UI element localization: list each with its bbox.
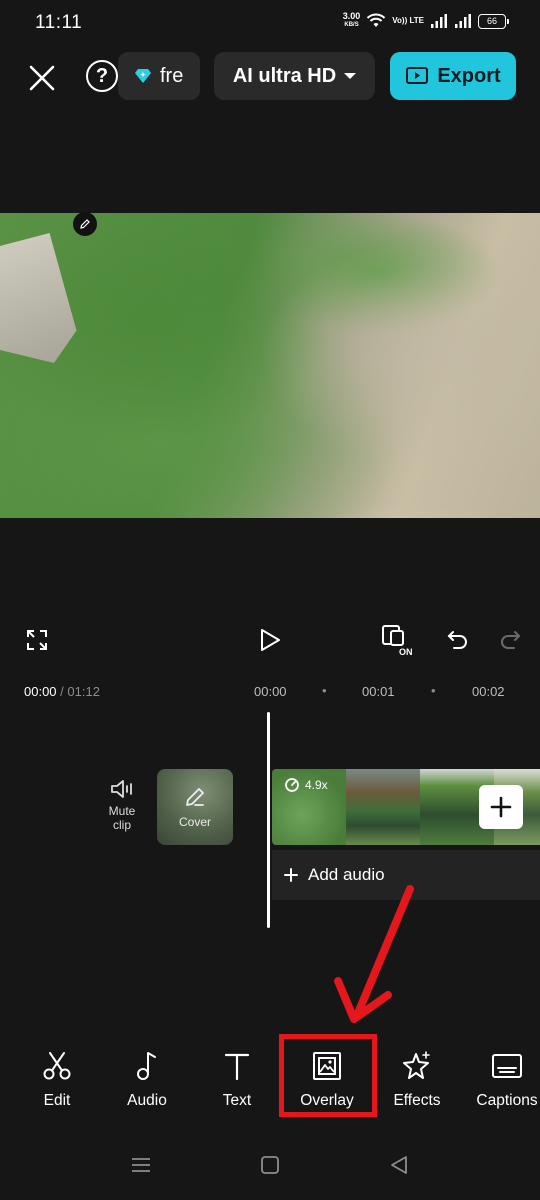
tool-edit[interactable]: Edit (12, 1050, 102, 1110)
status-bar: 11:11 3.00 KB/S Vo)) LTE 66 (0, 0, 540, 46)
tool-audio[interactable]: Audio (102, 1050, 192, 1110)
speaker-icon (111, 780, 132, 798)
nav-menu-button[interactable] (130, 1154, 152, 1181)
tool-label: Audio (127, 1092, 167, 1109)
speed-badge: 4.9x (284, 777, 328, 793)
signal-icon-2 (455, 14, 471, 28)
keyframe-on-icon: ON (382, 625, 413, 657)
plus-icon (284, 868, 298, 882)
overlay-highlight-box (279, 1034, 377, 1117)
network-speed: 3.00 KB/S (342, 11, 361, 29)
cover-label: Cover (178, 815, 211, 829)
status-time: 11:11 (35, 12, 83, 33)
back-triangle-icon (391, 1156, 407, 1174)
cover-button[interactable]: Cover (157, 769, 233, 845)
tool-label: Captions (476, 1092, 538, 1109)
tool-label: Effects (393, 1092, 441, 1109)
current-time: 00:00 / 01:12 (24, 684, 100, 699)
ruler-dot: • (431, 683, 436, 698)
timeline-ruler: 00:00 / 01:12 00:00 • 00:01 • 00:02 (0, 680, 540, 702)
tool-label: Edit (43, 1092, 71, 1109)
mute-clip-label: Mute clip (108, 804, 136, 832)
quality-dropdown[interactable]: AI ultra HD (214, 52, 375, 100)
close-button[interactable] (22, 58, 62, 98)
wifi-icon (367, 13, 386, 27)
add-clip-button[interactable] (479, 785, 523, 829)
export-button[interactable]: Export (390, 52, 516, 100)
bottom-toolbar: Edit Audio Text Overlay Effects Captions (0, 1050, 540, 1120)
fullscreen-button[interactable] (22, 620, 52, 660)
pro-button[interactable]: fre (118, 52, 200, 100)
play-button[interactable] (254, 620, 286, 660)
top-toolbar: ? fre AI ultra HD Export (0, 50, 540, 102)
ruler-dot: • (322, 683, 327, 698)
redo-button[interactable] (496, 620, 524, 660)
chevron-down-icon (344, 73, 357, 79)
speedometer-icon (285, 778, 299, 792)
fullscreen-icon (27, 630, 47, 650)
home-square-icon (261, 1156, 279, 1174)
pro-label: fre (160, 64, 184, 87)
captions-icon (492, 1054, 522, 1078)
close-icon (29, 65, 55, 91)
edit-pencil-icon[interactable] (73, 212, 97, 236)
sparkle-star-icon (403, 1051, 430, 1079)
volte-indicator: Vo)) LTE (392, 16, 424, 25)
tool-effects[interactable]: Effects (372, 1050, 462, 1110)
add-audio-label: Add audio (308, 865, 385, 884)
ruler-tick: 00:01 (362, 684, 395, 699)
ruler-tick: 00:00 (254, 684, 287, 699)
question-mark-icon: ? (95, 64, 109, 87)
export-icon (406, 67, 429, 84)
signal-icon (431, 14, 447, 28)
nav-home-button[interactable] (259, 1154, 281, 1181)
playhead[interactable] (267, 712, 270, 928)
clip-thumbnail (346, 769, 420, 845)
svg-text:ON: ON (399, 647, 413, 657)
pencil-icon (186, 788, 204, 806)
music-note-icon (137, 1052, 156, 1080)
preview-rock (0, 233, 77, 363)
mute-clip-button[interactable]: Mute clip (98, 778, 146, 832)
tool-label: Text (222, 1092, 252, 1109)
status-icons: 3.00 KB/S Vo)) LTE 66 (342, 11, 509, 30)
menu-icon (132, 1158, 150, 1172)
diamond-icon (135, 69, 151, 83)
quality-label: AI ultra HD (232, 64, 337, 87)
undo-button[interactable] (444, 620, 472, 660)
export-label: Export (437, 64, 501, 87)
playback-controls: ON (0, 620, 540, 660)
play-icon (261, 629, 280, 651)
text-icon (224, 1053, 250, 1081)
plus-icon (490, 796, 512, 818)
system-nav-bar (0, 1150, 540, 1184)
help-button[interactable]: ? (86, 60, 118, 92)
scissors-icon (43, 1052, 71, 1080)
tool-captions[interactable]: Captions (462, 1050, 540, 1110)
undo-icon (447, 631, 467, 649)
speed-label: 4.9x (305, 778, 328, 792)
nav-back-button[interactable] (388, 1154, 410, 1181)
redo-icon (501, 631, 521, 649)
tool-text[interactable]: Text (192, 1050, 282, 1110)
keyframe-toggle[interactable]: ON (380, 620, 416, 660)
ruler-tick: 00:02 (472, 684, 505, 699)
annotation-arrow (334, 885, 414, 1023)
video-preview[interactable] (0, 213, 540, 518)
battery-icon: 66 (478, 13, 509, 29)
